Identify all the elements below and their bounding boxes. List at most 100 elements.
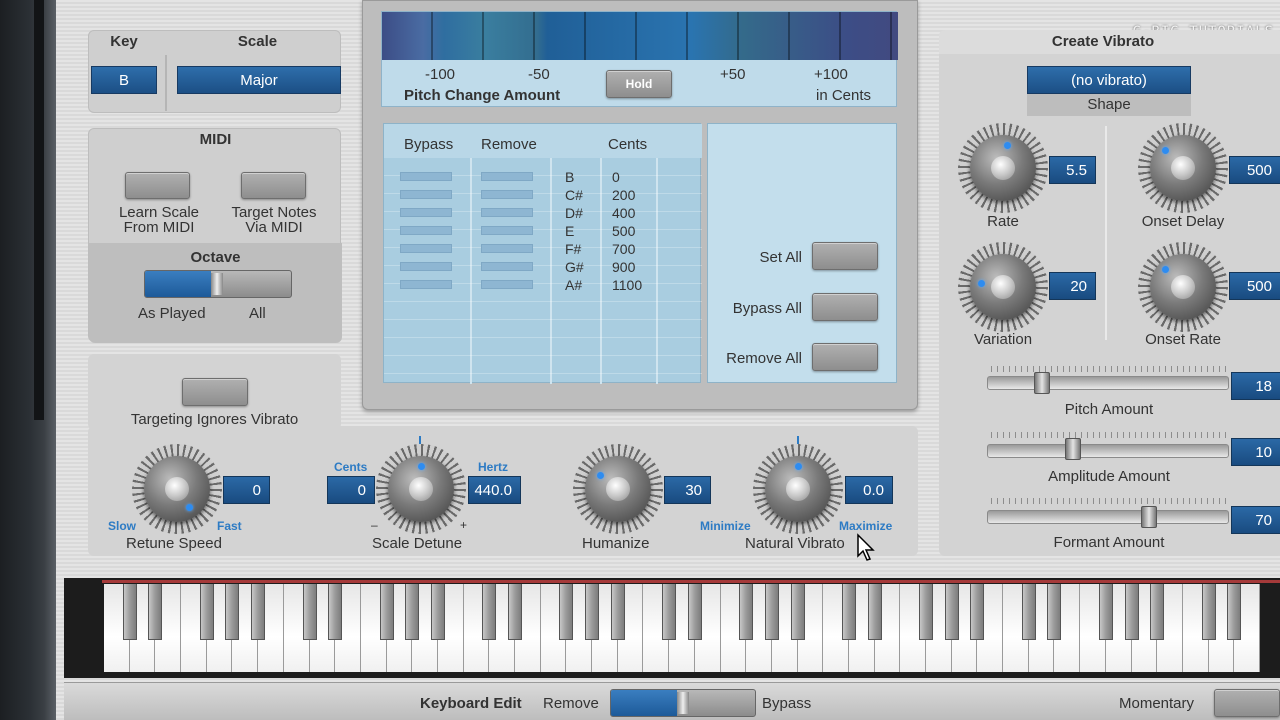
piano-black-key[interactable]: [585, 584, 600, 640]
piano-black-key[interactable]: [764, 584, 779, 640]
bypass-toggle-Gs[interactable]: [400, 262, 452, 271]
bypass-all-button[interactable]: [812, 293, 878, 321]
remove-toggle-E[interactable]: [481, 226, 533, 235]
bypass-toggle-As[interactable]: [400, 280, 452, 289]
natural-vibrato-value[interactable]: 0.0: [845, 476, 893, 504]
remove-toggle-Fs[interactable]: [481, 244, 533, 253]
keyboard-edit-bypass-label: Bypass: [762, 695, 812, 712]
formant-amount-value[interactable]: 70: [1231, 506, 1280, 534]
bypass-toggle-B[interactable]: [400, 172, 452, 181]
natural-vibrato-maximize-label: Maximize: [839, 519, 893, 533]
pitch-tick-m100: -100: [425, 66, 456, 83]
piano-black-key[interactable]: [610, 584, 625, 640]
piano-black-key[interactable]: [790, 584, 805, 640]
onset-rate-value[interactable]: 500: [1229, 272, 1280, 300]
hold-button[interactable]: Hold: [606, 70, 672, 98]
piano-black-key[interactable]: [225, 584, 240, 640]
piano-black-key[interactable]: [1150, 584, 1165, 640]
piano-black-key[interactable]: [482, 584, 497, 640]
detune-top-marker: [419, 436, 421, 444]
remove-toggle-B[interactable]: [481, 172, 533, 181]
bypass-toggle-Cs[interactable]: [400, 190, 452, 199]
remove-all-button[interactable]: [812, 343, 878, 371]
piano-black-key[interactable]: [251, 584, 266, 640]
remove-toggle-Gs[interactable]: [481, 262, 533, 271]
formant-amount-slider[interactable]: [987, 510, 1229, 524]
pitch-amount-slider[interactable]: [987, 376, 1229, 390]
piano-black-key[interactable]: [919, 584, 934, 640]
piano-black-key[interactable]: [1047, 584, 1062, 640]
humanize-value[interactable]: 30: [664, 476, 711, 504]
retune-speed-knob[interactable]: [132, 444, 222, 534]
piano-black-key[interactable]: [1021, 584, 1036, 640]
piano-black-key[interactable]: [328, 584, 343, 640]
piano-black-key[interactable]: [199, 584, 214, 640]
midi-panel: MIDI Learn Scale From MIDI Target Notes …: [88, 128, 342, 343]
target-notes-button[interactable]: [241, 172, 306, 199]
targeting-ignores-vibrato-button[interactable]: [182, 378, 248, 406]
piano-black-key[interactable]: [302, 584, 317, 640]
pitch-amount-thumb[interactable]: [1034, 372, 1050, 394]
bypass-toggle-Ds[interactable]: [400, 208, 452, 217]
piano-keyboard[interactable]: [104, 584, 1260, 672]
pitch-amount-value[interactable]: 18: [1231, 372, 1280, 400]
piano-black-key[interactable]: [122, 584, 137, 640]
piano-black-key[interactable]: [944, 584, 959, 640]
piano-black-key[interactable]: [1201, 584, 1216, 640]
scale-detune-knob[interactable]: [376, 444, 466, 534]
amplitude-amount-thumb[interactable]: [1065, 438, 1081, 460]
rate-knob[interactable]: [958, 123, 1048, 213]
piano-black-key[interactable]: [148, 584, 163, 640]
rate-value[interactable]: 5.5: [1049, 156, 1096, 184]
momentary-button[interactable]: [1214, 689, 1280, 717]
set-all-button[interactable]: [812, 242, 878, 270]
piano-black-key[interactable]: [430, 584, 445, 640]
piano-black-key[interactable]: [739, 584, 754, 640]
piano-black-key[interactable]: [687, 584, 702, 640]
pitch-tick-p50: +50: [720, 66, 746, 83]
onset-delay-knob[interactable]: [1138, 123, 1228, 213]
piano-black-key[interactable]: [508, 584, 523, 640]
remove-toggle-Cs[interactable]: [481, 190, 533, 199]
onset-rate-knob[interactable]: [1138, 242, 1228, 332]
key-select[interactable]: B: [91, 66, 157, 94]
piano-black-key[interactable]: [405, 584, 420, 640]
scale-select[interactable]: Major: [177, 66, 341, 94]
piano-black-key[interactable]: [970, 584, 985, 640]
pitch-tick-p100: +100: [814, 66, 848, 83]
piano-black-key[interactable]: [379, 584, 394, 640]
amplitude-amount-slider[interactable]: [987, 444, 1229, 458]
host-window-edge: [0, 0, 56, 720]
keyboard-edit-toggle[interactable]: [610, 689, 756, 717]
piano-black-key[interactable]: [841, 584, 856, 640]
vibrato-shape-select[interactable]: (no vibrato): [1027, 66, 1191, 94]
retune-speed-value[interactable]: 0: [223, 476, 270, 504]
bypass-toggle-E[interactable]: [400, 226, 452, 235]
detune-hertz-value[interactable]: 440.0: [468, 476, 521, 504]
humanize-knob[interactable]: [573, 444, 663, 534]
onset-delay-value[interactable]: 500: [1229, 156, 1280, 184]
cents-cell: 900: [612, 259, 636, 275]
variation-knob[interactable]: [958, 242, 1048, 332]
scale-table: Bypass Remove Cents B 0 C# 200 D# 400 E …: [383, 123, 702, 384]
pitch-change-meter: [382, 12, 898, 60]
variation-value[interactable]: 20: [1049, 272, 1096, 300]
natural-vibrato-knob[interactable]: [753, 444, 843, 534]
detune-cents-value[interactable]: 0: [327, 476, 375, 504]
piano-black-key[interactable]: [1227, 584, 1242, 640]
remove-toggle-As[interactable]: [481, 280, 533, 289]
keyboard-edit-bar: Keyboard Edit Remove Bypass Momentary: [64, 682, 1280, 720]
learn-scale-button[interactable]: [125, 172, 190, 199]
humanize-label: Humanize: [582, 535, 650, 552]
bypass-toggle-Fs[interactable]: [400, 244, 452, 253]
amplitude-amount-value[interactable]: 10: [1231, 438, 1280, 466]
piano-black-key[interactable]: [662, 584, 677, 640]
piano-black-key[interactable]: [559, 584, 574, 640]
piano-black-key[interactable]: [1098, 584, 1113, 640]
piano-black-key[interactable]: [1124, 584, 1139, 640]
formant-amount-thumb[interactable]: [1141, 506, 1157, 528]
remove-toggle-Ds[interactable]: [481, 208, 533, 217]
piano-black-key[interactable]: [867, 584, 882, 640]
octave-toggle[interactable]: [144, 270, 292, 298]
pitch-change-display: -100 -50 +50 +100 Hold Pitch Change Amou…: [381, 11, 898, 107]
